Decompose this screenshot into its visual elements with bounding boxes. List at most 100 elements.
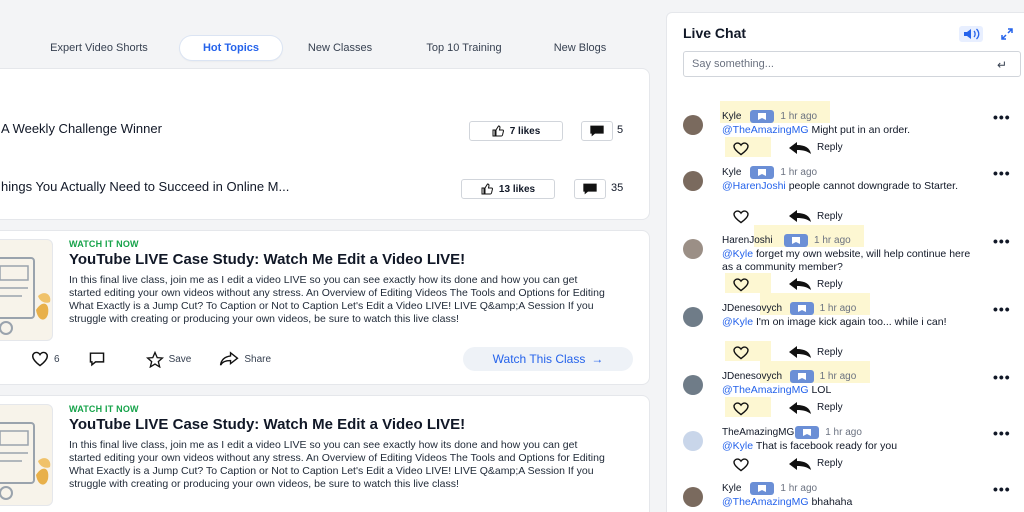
- share-label: Share: [244, 353, 272, 365]
- like-action[interactable]: 6: [31, 351, 60, 367]
- heart-icon[interactable]: [731, 278, 751, 292]
- reply-button[interactable]: Reply: [789, 457, 843, 470]
- tab-new-classes[interactable]: New Classes: [294, 36, 386, 60]
- reply-label: Reply: [817, 210, 843, 222]
- heart-icon[interactable]: [731, 457, 751, 472]
- watch-label: Watch This Class: [492, 352, 586, 366]
- topic-title[interactable]: A Weekly Challenge Winner: [1, 121, 162, 136]
- live-chat-panel: Live Chat Say something... ↵ Kyle 1 hr a…: [666, 12, 1024, 512]
- tab-new-blogs[interactable]: New Blogs: [538, 36, 622, 60]
- comment-icon: [583, 183, 597, 195]
- enter-icon[interactable]: ↵: [997, 58, 1007, 72]
- avatar[interactable]: [683, 239, 703, 259]
- chat-timestamp: 1 hr ago: [819, 371, 857, 382]
- watch-it-now-tag: WATCH IT NOW: [69, 404, 139, 414]
- topic-title[interactable]: hings You Actually Need to Succeed in On…: [1, 179, 289, 194]
- speaker-icon[interactable]: [959, 26, 983, 42]
- chat-username[interactable]: JDenesovych: [722, 371, 782, 382]
- heart-icon[interactable]: [731, 346, 751, 360]
- comment-action[interactable]: [88, 351, 106, 367]
- mention-link[interactable]: @Kyle: [722, 316, 753, 328]
- more-options-icon[interactable]: •••: [993, 369, 1011, 385]
- avatar[interactable]: [683, 171, 703, 191]
- reply-button[interactable]: Reply: [789, 210, 843, 222]
- mention-link[interactable]: @TheAmazingMG: [722, 496, 809, 508]
- video-thumbnail[interactable]: [0, 239, 53, 341]
- save-action[interactable]: Save: [145, 350, 192, 368]
- chat-username[interactable]: HarenJoshi: [722, 235, 773, 246]
- more-options-icon[interactable]: •••: [993, 233, 1011, 249]
- heart-icon[interactable]: [731, 141, 751, 156]
- avatar[interactable]: [683, 487, 703, 507]
- avatar[interactable]: [683, 431, 703, 451]
- watch-this-class-button[interactable]: Watch This Class →: [463, 347, 633, 371]
- tab-hot-topics[interactable]: Hot Topics: [180, 36, 282, 60]
- like-button[interactable]: 7 likes: [469, 121, 563, 141]
- more-options-icon[interactable]: •••: [993, 425, 1011, 441]
- avatar[interactable]: [683, 307, 703, 327]
- more-options-icon[interactable]: •••: [993, 481, 1011, 497]
- thumbnail-illustration-icon: [0, 257, 51, 335]
- tab-expert-video-shorts[interactable]: Expert Video Shorts: [30, 36, 168, 60]
- chat-timestamp: 1 hr ago: [814, 235, 851, 246]
- avatar[interactable]: [683, 375, 703, 395]
- reply-label: Reply: [817, 402, 843, 413]
- chat-timestamp: 1 hr ago: [780, 483, 818, 494]
- reply-button[interactable]: Reply: [789, 346, 843, 358]
- comment-icon: [590, 125, 604, 137]
- more-options-icon[interactable]: •••: [993, 165, 1011, 181]
- message-body: That is facebook ready for you: [753, 440, 898, 452]
- reply-arrow-icon: [789, 457, 811, 470]
- video-thumbnail[interactable]: [0, 404, 53, 506]
- mention-link[interactable]: @TheAmazingMG: [722, 384, 809, 396]
- share-action[interactable]: Share: [219, 351, 271, 367]
- member-badge-icon: [784, 234, 808, 247]
- reply-label: Reply: [817, 142, 843, 153]
- reply-button[interactable]: Reply: [789, 401, 843, 414]
- more-options-icon[interactable]: •••: [993, 109, 1011, 125]
- chat-timestamp: 1 hr ago: [780, 167, 818, 178]
- video-card: WATCH IT NOW YouTube LIVE Case Study: Wa…: [0, 395, 650, 512]
- chat-timestamp: 1 hr ago: [825, 427, 862, 438]
- member-badge-icon: [789, 370, 814, 383]
- message-body: people cannot downgrade to Starter.: [785, 180, 958, 192]
- mention-link[interactable]: @HarenJoshi: [722, 180, 786, 192]
- member-badge-icon: [795, 426, 820, 439]
- mention-link[interactable]: @Kyle: [722, 440, 753, 452]
- mention-link[interactable]: @Kyle: [722, 248, 753, 260]
- chat-timestamp: 1 hr ago: [780, 111, 818, 122]
- topic-tabs: Expert Video Shorts Hot Topics New Class…: [0, 36, 650, 62]
- avatar[interactable]: [683, 115, 703, 135]
- chat-input[interactable]: Say something...: [683, 51, 1021, 77]
- expand-icon[interactable]: [1001, 28, 1013, 40]
- video-title[interactable]: YouTube LIVE Case Study: Watch Me Edit a…: [69, 416, 465, 433]
- chat-message-text: @Kyle I'm on image kick again too... whi…: [722, 316, 972, 329]
- chat-username[interactable]: Kyle: [722, 483, 741, 494]
- live-chat-title: Live Chat: [683, 25, 747, 41]
- chat-username[interactable]: Kyle: [722, 111, 741, 122]
- chat-message-text: @Kyle That is facebook ready for you: [722, 440, 972, 453]
- reply-button[interactable]: Reply: [789, 141, 843, 154]
- comments-count: 35: [611, 182, 624, 194]
- message-body: forget my own website, will help continu…: [722, 248, 971, 273]
- reply-button[interactable]: Reply: [789, 278, 843, 290]
- more-options-icon[interactable]: •••: [993, 301, 1011, 317]
- chat-username[interactable]: TheAmazingMG: [722, 427, 794, 438]
- thumbs-up-icon: [492, 125, 504, 137]
- likes-count: 13 likes: [498, 183, 536, 195]
- chat-username[interactable]: Kyle: [722, 167, 741, 178]
- like-button[interactable]: 13 likes: [461, 179, 555, 199]
- heart-icon[interactable]: [731, 210, 751, 224]
- video-card: WATCH IT NOW YouTube LIVE Case Study: Wa…: [0, 230, 650, 385]
- video-title[interactable]: YouTube LIVE Case Study: Watch Me Edit a…: [69, 251, 465, 268]
- save-label: Save: [168, 353, 192, 365]
- comments-button[interactable]: [574, 179, 606, 199]
- likes-count: 6: [54, 353, 60, 365]
- tab-top-10-training[interactable]: Top 10 Training: [408, 36, 520, 60]
- mention-link[interactable]: @TheAmazingMG: [722, 124, 809, 136]
- heart-icon[interactable]: [731, 401, 751, 416]
- comments-button[interactable]: [581, 121, 613, 141]
- reply-label: Reply: [817, 278, 843, 290]
- chat-username[interactable]: JDenesovych: [722, 303, 782, 314]
- chat-message-text: @Kyle forget my own website, will help c…: [722, 248, 972, 273]
